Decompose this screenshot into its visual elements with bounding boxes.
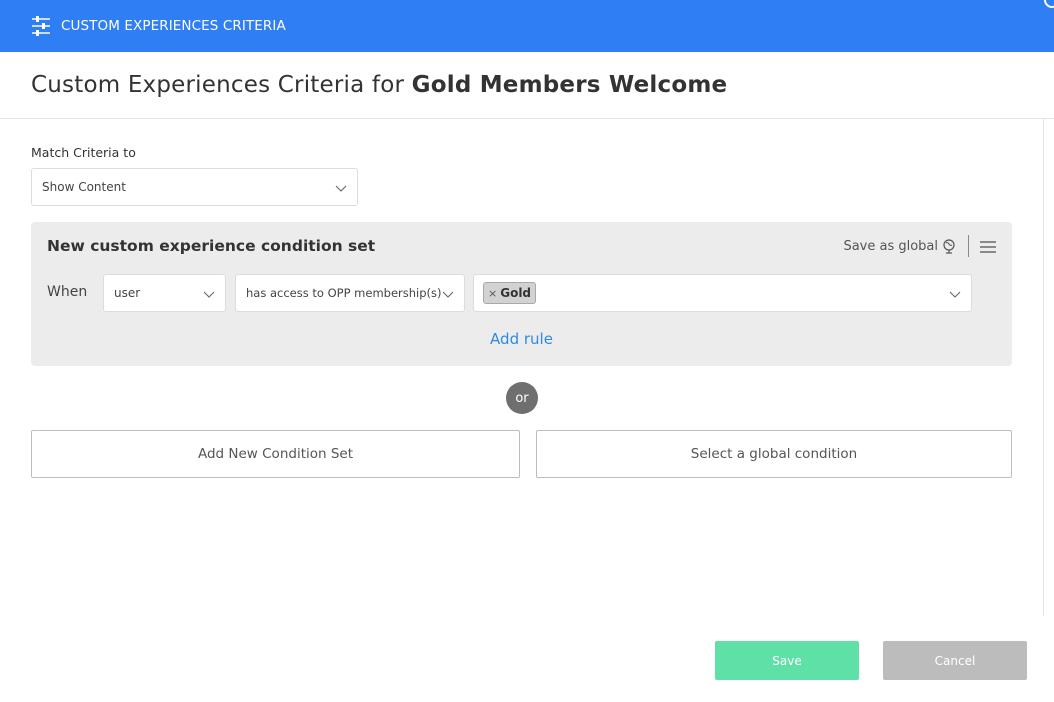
chevron-down-icon [335, 185, 347, 192]
remove-tag-button[interactable]: × [488, 287, 497, 300]
rule-operator-select[interactable]: has access to OPP membership(s) [235, 274, 465, 312]
chevron-down-icon [442, 291, 454, 298]
rule-operator-value: has access to OPP membership(s) [246, 286, 442, 300]
cancel-button[interactable]: Cancel [883, 641, 1027, 680]
or-separator: or [506, 382, 538, 414]
match-criteria-value: Show Content [42, 180, 126, 194]
rule-subject-select[interactable]: user [103, 274, 226, 312]
hamburger-menu-icon[interactable] [980, 241, 996, 253]
condition-set-title: New custom experience condition set [47, 237, 376, 255]
chevron-down-icon [203, 291, 215, 298]
page-header: Custom Experiences Criteria for Gold Mem… [0, 52, 1054, 119]
custom-experiences-modal: CUSTOM EXPERIENCES CRITERIA Custom Exper… [0, 0, 1054, 702]
when-label: When [47, 284, 88, 300]
page-title-prefix: Custom Experiences Criteria for [31, 72, 412, 98]
add-rule-link[interactable]: Add rule [31, 330, 1012, 348]
rule-value-multiselect[interactable]: × Gold [473, 274, 972, 312]
add-condition-set-button[interactable]: Add New Condition Set [31, 430, 520, 478]
modal-footer: Save Cancel [0, 616, 1054, 702]
rule-subject-value: user [114, 286, 141, 300]
globe-icon [943, 239, 955, 254]
page-title-name: Gold Members Welcome [411, 72, 728, 98]
modal-topbar: CUSTOM EXPERIENCES CRITERIA [0, 0, 1054, 52]
select-global-condition-button[interactable]: Select a global condition [536, 430, 1012, 478]
save-button[interactable]: Save [715, 641, 859, 680]
save-as-global-label: Save as global [843, 239, 938, 254]
header-divider [968, 235, 969, 257]
value-tag-label: Gold [500, 286, 532, 300]
match-criteria-select[interactable]: Show Content [31, 168, 358, 206]
match-criteria-label: Match Criteria to [31, 145, 136, 160]
sliders-icon [32, 16, 50, 36]
value-tag: × Gold [483, 282, 537, 304]
criteria-body: Match Criteria to Show Content New custo… [0, 119, 1044, 616]
save-as-global-button[interactable]: Save as global [843, 239, 956, 254]
modal-topbar-title: CUSTOM EXPERIENCES CRITERIA [61, 18, 286, 34]
chevron-down-icon [949, 291, 961, 298]
page-title: Custom Experiences Criteria for Gold Mem… [31, 72, 727, 98]
condition-set: New custom experience condition set Save… [31, 222, 1012, 366]
